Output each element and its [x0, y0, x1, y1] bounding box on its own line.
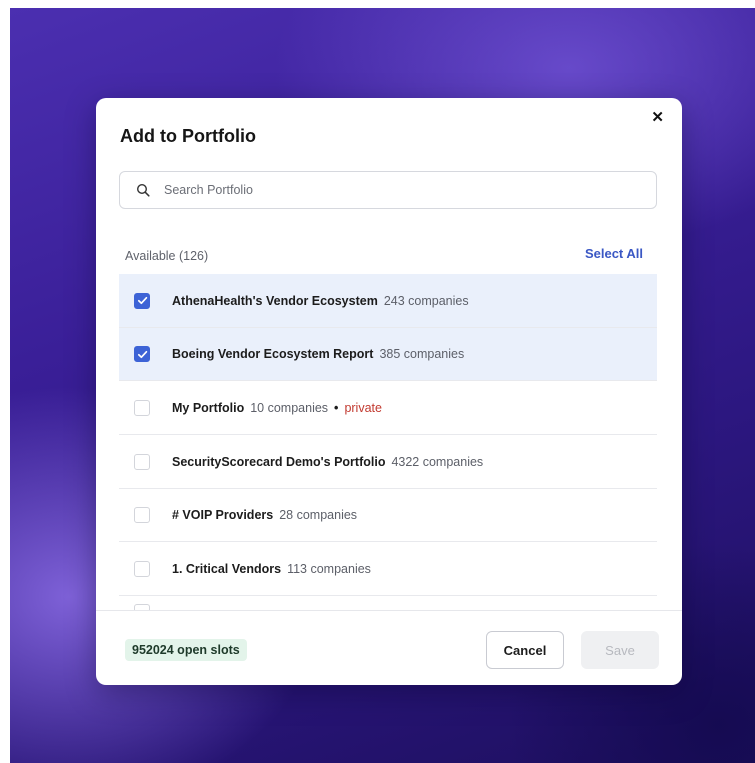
open-slots-badge: 952024 open slots	[125, 639, 247, 661]
search-icon	[136, 183, 150, 197]
company-count: 4322 companies	[391, 454, 484, 469]
checkbox[interactable]	[134, 346, 150, 362]
private-tag: private	[344, 400, 382, 415]
checkbox[interactable]	[134, 292, 150, 309]
checkbox[interactable]	[134, 507, 150, 523]
list-item[interactable]: # VOIP Providers 28 companies	[119, 489, 657, 542]
portfolio-list: AthenaHealth's Vendor Ecosystem 243 comp…	[119, 274, 657, 610]
portfolio-name: SecurityScorecard Demo's Portfolio	[172, 454, 386, 469]
cancel-button[interactable]: Cancel	[486, 631, 564, 669]
company-count: 28 companies	[279, 508, 358, 522]
portfolio-name: My Portfolio	[172, 400, 245, 415]
modal-title: Add to Portfolio	[120, 126, 256, 146]
checkmark-icon	[137, 296, 147, 305]
portfolio-name: 1. Critical Vendors	[172, 561, 282, 576]
list-item[interactable]: My Portfolio 10 companies • private	[119, 381, 657, 435]
company-count: 10 companies	[250, 400, 329, 415]
search-field	[119, 171, 657, 209]
available-count-label: Available (126)	[125, 249, 209, 263]
list-item[interactable]: SecurityScorecard Demo's Portfolio 4322 …	[119, 435, 657, 489]
select-all-link[interactable]: Select All	[585, 246, 643, 261]
save-button[interactable]: Save	[581, 631, 659, 669]
company-count: 113 companies	[287, 561, 371, 576]
portfolio-name: AthenaHealth's Vendor Ecosystem	[172, 293, 378, 308]
list-item[interactable]: AthenaHealth's Vendor Ecosystem 243 comp…	[119, 274, 657, 328]
portfolio-name: Boeing Vendor Ecosystem Report	[172, 347, 374, 361]
company-count: 243 companies	[383, 293, 469, 308]
checkbox[interactable]	[134, 560, 150, 577]
add-to-portfolio-modal: ✕ Add to Portfolio Available (126) Selec…	[96, 98, 682, 685]
list-item[interactable]: Boeing Vendor Ecosystem Report 385 compa…	[119, 328, 657, 381]
close-icon[interactable]: ✕	[651, 110, 664, 126]
list-item[interactable]: 1. Critical Vendors 113 companies	[119, 542, 657, 596]
search-input[interactable]	[162, 182, 646, 198]
separator-dot: •	[334, 400, 339, 415]
checkmark-icon	[137, 350, 147, 358]
checkbox[interactable]	[134, 453, 150, 470]
portfolio-name: # VOIP Providers	[172, 508, 274, 522]
modal-footer: 952024 open slots Cancel Save	[96, 610, 682, 685]
company-count: 385 companies	[379, 347, 465, 361]
checkbox[interactable]	[134, 399, 150, 416]
